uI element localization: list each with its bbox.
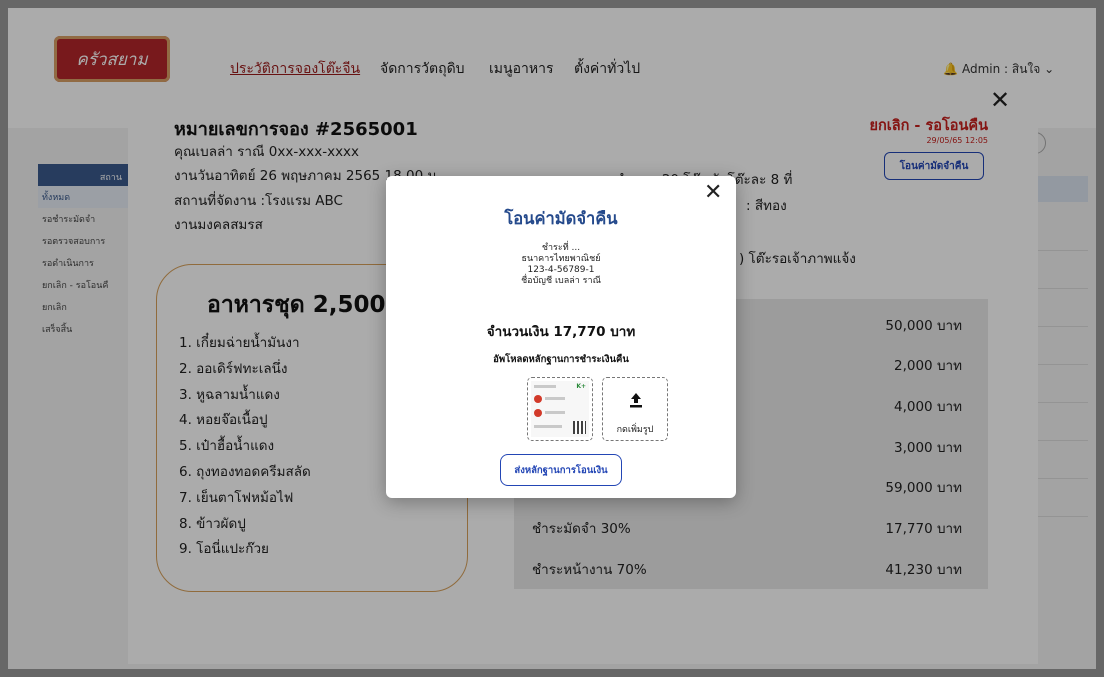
upload-title: อัพโหลดหลักฐานการชำระเงินคืน (493, 354, 629, 365)
slip-logo-icon (534, 395, 542, 403)
slip-line (545, 397, 565, 400)
slip-line (534, 425, 562, 428)
account-name: ชื่อบัญชี เบลล่า ราณี (521, 276, 601, 286)
add-photo-label: กดเพิ่มรูป (616, 425, 654, 435)
modal-title: โอนค่ามัดจำคืน (504, 209, 618, 228)
bank-logo-icon: K+ (576, 383, 586, 390)
uploaded-slip-thumbnail[interactable]: K+ (527, 377, 593, 441)
upload-icon (630, 393, 642, 408)
qr-code-icon (573, 421, 586, 434)
add-photo-button[interactable]: กดเพิ่มรูป (602, 377, 668, 441)
pay-to-label: ชำระที่ ... (541, 243, 581, 253)
refund-modal: ✕ โอนค่ามัดจำคืน ชำระที่ ... ธนาคารไทยพา… (386, 176, 736, 498)
bank-name: ธนาคารไทยพาณิชย์ (521, 254, 601, 264)
submit-proof-button[interactable]: ส่งหลักฐานการโอนเงิน (500, 454, 622, 486)
slip-line (534, 385, 556, 388)
account-number: 123-4-56789-1 (527, 265, 595, 275)
slip-line (545, 411, 565, 414)
refund-amount: จำนวนเงิน 17,770 บาท (486, 324, 636, 340)
slip-logo-icon (534, 409, 542, 417)
close-icon[interactable]: ✕ (704, 180, 722, 205)
slip-image: K+ (531, 381, 589, 437)
